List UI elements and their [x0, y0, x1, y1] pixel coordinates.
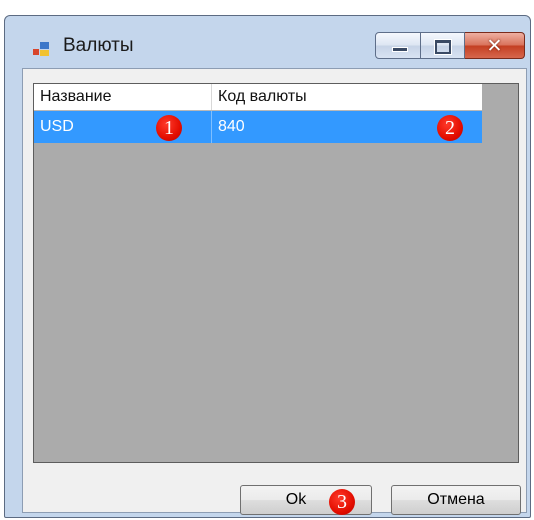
title-bar[interactable]: Валюты ✕: [5, 16, 530, 68]
minimize-icon: [392, 47, 408, 52]
minimize-button[interactable]: [375, 32, 421, 59]
cell-currency-name[interactable]: USD: [34, 111, 212, 143]
close-button[interactable]: ✕: [465, 32, 525, 59]
callout-marker-3: 3: [329, 489, 355, 515]
column-header-name[interactable]: Название: [34, 84, 212, 110]
grid-header: Название Код валюты: [34, 84, 482, 111]
grid-row[interactable]: USD 840 1 2: [34, 111, 482, 143]
callout-marker-1: 1: [156, 115, 182, 141]
ok-button-label: Ok: [285, 491, 307, 508]
window-client-area: Название Код валюты USD 840 1 2 Ok 3 Отм…: [22, 68, 527, 515]
maximize-button[interactable]: [421, 32, 465, 59]
app-window-icon: [33, 40, 55, 58]
cancel-button-label: Отмена: [427, 491, 485, 508]
close-icon: ✕: [486, 35, 503, 57]
column-header-code[interactable]: Код валюты: [212, 84, 482, 110]
callout-marker-2: 2: [437, 115, 463, 141]
cancel-button[interactable]: Отмена: [391, 485, 521, 515]
currencies-window: Валюты ✕ Название Код валюты USD 840 1 2…: [4, 15, 531, 518]
window-title: Валюты: [63, 35, 134, 56]
maximize-icon: [435, 40, 451, 54]
currency-grid[interactable]: Название Код валюты USD 840 1 2: [33, 83, 519, 463]
